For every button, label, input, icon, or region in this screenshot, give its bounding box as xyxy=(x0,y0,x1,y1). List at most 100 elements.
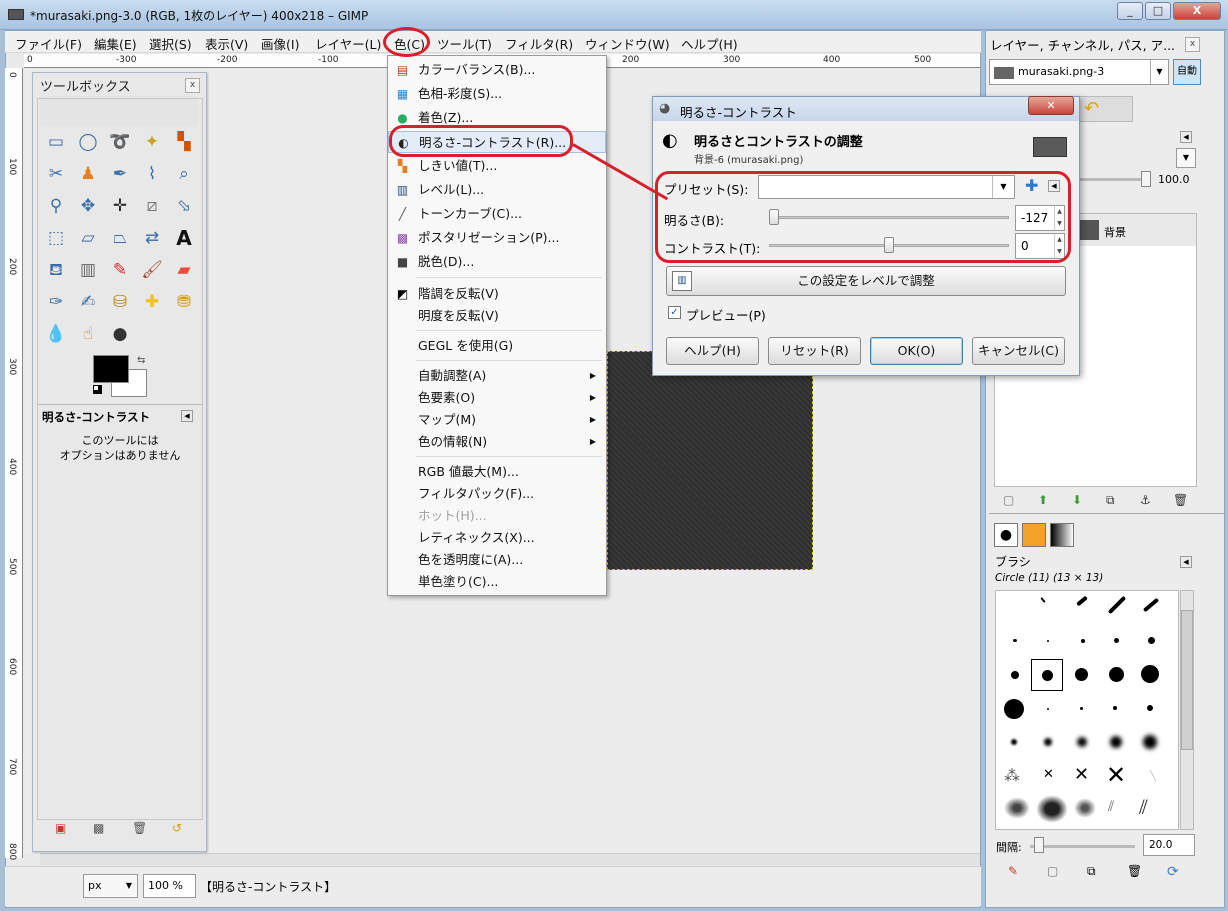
brush-item[interactable] xyxy=(1004,699,1024,719)
minimize-button[interactable]: _ xyxy=(1117,2,1143,20)
brush-item[interactable] xyxy=(1107,595,1127,615)
edit-brush-icon[interactable]: ✎ xyxy=(1008,864,1018,878)
dock-menu-icon[interactable]: ◀ xyxy=(1180,131,1192,143)
brush-item[interactable] xyxy=(1042,670,1053,681)
brushes-menu-icon[interactable]: ◀ xyxy=(1180,556,1192,568)
menu-item-components[interactable]: 色要素(O) ▶ xyxy=(388,387,606,409)
dodge-burn-icon[interactable]: ● xyxy=(107,321,133,347)
preview-checkbox[interactable]: ✓ xyxy=(668,306,681,319)
new-brush-icon[interactable]: ▢ xyxy=(1047,864,1058,878)
menu-item-filter-pack[interactable]: フィルタパック(F)... xyxy=(388,483,606,505)
brush-item[interactable] xyxy=(1142,597,1160,613)
menu-item-use-gegl[interactable]: GEGL を使用(G) xyxy=(388,335,606,357)
brush-item[interactable] xyxy=(1109,667,1124,682)
menu-image[interactable]: 画像(I) xyxy=(261,34,299,53)
brush-grid[interactable]: ⁂ ✕ ✕ ✕ ╲ ⫽ ⫽ xyxy=(995,590,1179,830)
move-icon[interactable]: ✥ xyxy=(75,193,101,219)
align-icon[interactable]: ✛ xyxy=(107,193,133,219)
patterns-tab-icon[interactable] xyxy=(1022,523,1046,547)
brush-item[interactable]: ╲ xyxy=(1150,771,1156,782)
delete-options-icon[interactable]: 🗑 xyxy=(132,821,147,835)
image-select[interactable]: murasaki.png-3 ▼ xyxy=(989,59,1169,85)
menu-file[interactable]: ファイル(F) xyxy=(15,34,82,53)
paintbrush-icon[interactable]: 🖌 xyxy=(139,257,165,283)
menu-item-threshold[interactable]: ▚ しきい値(T)... xyxy=(388,155,606,177)
fuzzy-select-icon[interactable]: ✦ xyxy=(139,129,165,155)
bucket-fill-icon[interactable]: ⛾ xyxy=(43,257,69,283)
menu-select[interactable]: 選択(S) xyxy=(149,34,192,53)
brush-item[interactable]: ✕ xyxy=(1074,764,1089,785)
brush-item[interactable] xyxy=(1047,640,1049,642)
menu-item-max-rgb[interactable]: RGB 値最大(M)... xyxy=(388,461,606,483)
brush-item[interactable] xyxy=(1147,705,1153,711)
brush-item[interactable]: ⫽ xyxy=(1139,795,1148,819)
undo-history-icon[interactable]: ↶ xyxy=(1084,98,1099,119)
airbrush-icon[interactable]: ✑ xyxy=(43,289,69,315)
spacing-slider-thumb[interactable] xyxy=(1034,837,1044,853)
menu-item-retinex[interactable]: レティネックス(X)... xyxy=(388,527,606,549)
brush-scrollbar-thumb[interactable] xyxy=(1181,610,1193,750)
brush-item[interactable] xyxy=(1114,638,1119,643)
menu-item-value-invert[interactable]: 明度を反転(V) xyxy=(388,305,606,327)
brush-item[interactable]: ⁂ xyxy=(1004,766,1020,785)
ellipse-select-icon[interactable]: ◯ xyxy=(75,129,101,155)
spacing-field[interactable]: 20.0 xyxy=(1143,834,1195,856)
brush-item[interactable] xyxy=(1011,671,1019,679)
brush-item[interactable] xyxy=(1141,665,1159,683)
delete-layer-icon[interactable]: 🗑 xyxy=(1173,493,1188,507)
brush-item[interactable] xyxy=(1047,708,1049,710)
maximize-button[interactable]: □ xyxy=(1145,2,1171,20)
smudge-icon[interactable]: ☝ xyxy=(75,321,101,347)
brush-item[interactable]: ✕ xyxy=(1106,761,1126,789)
menu-item-posterize[interactable]: ▩ ポスタリゼーション(P)... xyxy=(388,227,606,249)
brush-item[interactable] xyxy=(1075,668,1088,681)
menu-item-color-to-alpha[interactable]: 色を透明度に(A)... xyxy=(388,549,606,571)
opacity-slider-track[interactable] xyxy=(1080,178,1150,181)
menu-tools[interactable]: ツール(T) xyxy=(437,34,492,53)
opacity-value[interactable]: 100.0 xyxy=(1158,173,1190,186)
lower-layer-icon[interactable]: ⬇ xyxy=(1072,493,1082,507)
menu-item-desaturate[interactable]: ■ 脱色(D)... xyxy=(388,251,606,273)
save-options-icon[interactable]: ▣ xyxy=(55,821,66,835)
paths-icon[interactable]: ✒ xyxy=(107,161,133,187)
menu-item-solid-fill[interactable]: 単色塗り(C)... xyxy=(388,571,606,593)
brushes-tab-icon[interactable]: ● xyxy=(994,523,1018,547)
menu-help[interactable]: ヘルプ(H) xyxy=(681,34,738,53)
eraser-icon[interactable]: ▰ xyxy=(171,257,197,283)
dock-close-button[interactable]: x xyxy=(1185,37,1200,52)
brush-item[interactable] xyxy=(1077,737,1087,747)
brush-item[interactable] xyxy=(1004,797,1030,819)
restore-options-icon[interactable]: ▩ xyxy=(93,821,104,835)
anchor-layer-icon[interactable]: ⚓ xyxy=(1140,493,1151,507)
reset-button[interactable]: リセット(R) xyxy=(768,337,861,365)
brush-item[interactable] xyxy=(1013,639,1017,642)
brush-item[interactable] xyxy=(1081,639,1085,643)
menu-windows[interactable]: ウィンドウ(W) xyxy=(585,34,670,53)
spacing-slider-track[interactable] xyxy=(1030,845,1135,848)
tool-options-menu-icon[interactable]: ◀ xyxy=(181,410,193,422)
brush-item[interactable]: ✕ xyxy=(1043,767,1054,782)
brush-item[interactable]: ⫽ xyxy=(1108,799,1114,815)
ink-icon[interactable]: ✍ xyxy=(75,289,101,315)
image-canvas[interactable] xyxy=(607,351,813,570)
dialog-close-button[interactable]: ✕ xyxy=(1028,96,1074,115)
mode-select[interactable]: ▼ xyxy=(1176,148,1196,168)
brush-item[interactable] xyxy=(1148,637,1155,644)
raise-layer-icon[interactable]: ⬆ xyxy=(1038,493,1048,507)
opacity-slider-thumb[interactable] xyxy=(1141,171,1151,187)
brush-item[interactable] xyxy=(1036,795,1068,823)
clone-icon[interactable]: ⛁ xyxy=(107,289,133,315)
menu-layer[interactable]: レイヤー(L) xyxy=(315,34,381,53)
pencil-icon[interactable]: ✎ xyxy=(107,257,133,283)
rotate-icon[interactable]: ⬂ xyxy=(171,193,197,219)
toolbox-close-button[interactable]: x xyxy=(185,78,200,93)
crop-icon[interactable]: ⧄ xyxy=(139,193,165,219)
brush-item[interactable] xyxy=(1143,735,1157,749)
foreground-select-icon[interactable]: ♟ xyxy=(75,161,101,187)
zoom-icon[interactable]: ⌕ xyxy=(171,161,197,187)
new-layer-icon[interactable]: ▢ xyxy=(1003,493,1014,507)
measure-icon[interactable]: ⚲ xyxy=(43,193,69,219)
reset-options-icon[interactable]: ↺ xyxy=(172,821,182,835)
menu-item-levels[interactable]: ▥ レベル(L)... xyxy=(388,179,606,201)
menu-item-hue-saturation[interactable]: ▦ 色相-彩度(S)... xyxy=(388,83,606,105)
